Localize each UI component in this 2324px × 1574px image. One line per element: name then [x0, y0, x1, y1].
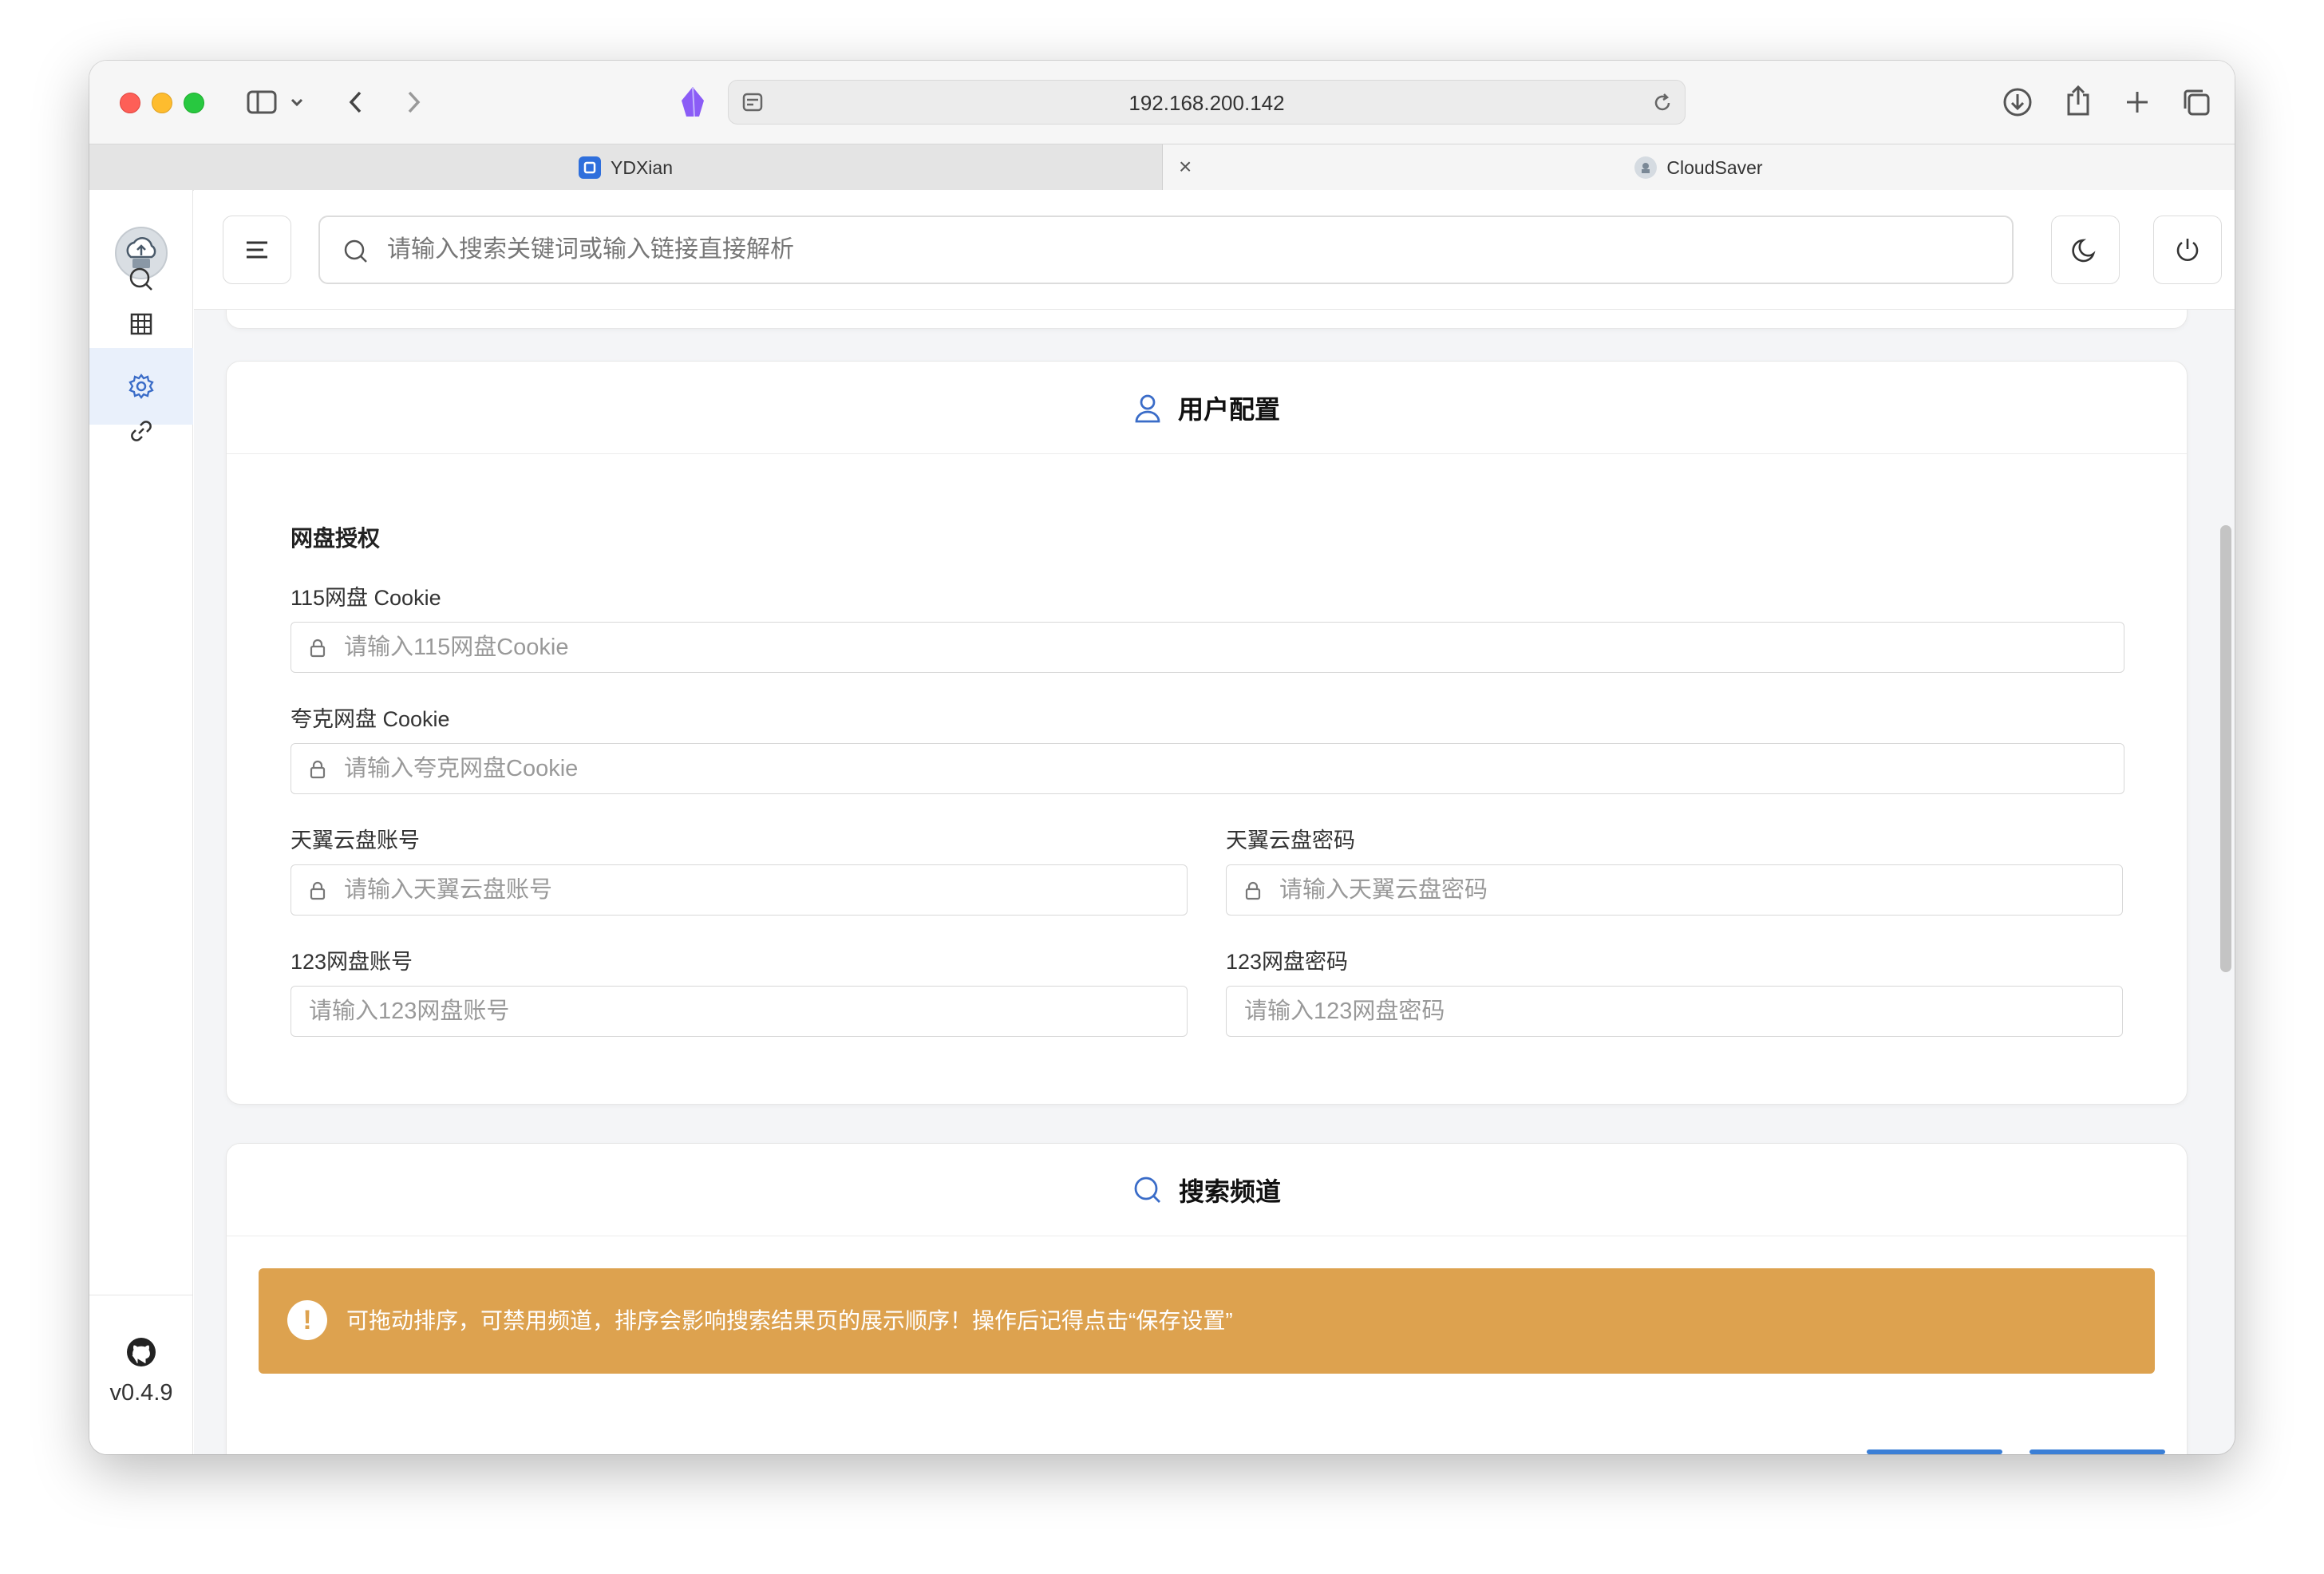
quark-placeholder: 请输入夸克网盘Cookie — [344, 756, 579, 781]
tianyi-password-input[interactable]: 请输入天翼云盘密码 — [1226, 864, 2123, 916]
tab-ydxian[interactable]: YDXian — [89, 144, 1162, 191]
lock-icon — [309, 881, 326, 904]
tianyi-password-label: 天翼云盘密码 — [1226, 829, 1355, 852]
new-tab-icon[interactable] — [2120, 85, 2155, 120]
ydxian-favicon-icon — [579, 156, 601, 179]
share-icon[interactable] — [2061, 83, 2096, 118]
user-config-title: 用户配置 — [1177, 394, 1280, 424]
p123-password-placeholder: 请输入123网盘密码 — [1244, 999, 1445, 1024]
search-channels-header: 搜索频道 — [227, 1144, 2187, 1236]
tianyi-account-label: 天翼云盘账号 — [290, 829, 420, 852]
channel-button-edge[interactable] — [2030, 1449, 2165, 1454]
grid-icon — [130, 313, 152, 335]
main-content: 用户配置 网盘授权 115网盘 Cookie 请输入115网盘Cookie 夸克… — [194, 190, 2235, 1454]
sidebar-item-links[interactable] — [89, 393, 193, 469]
tab-label: YDXian — [611, 156, 673, 178]
close-window-button[interactable] — [120, 93, 140, 113]
tab-bar: YDXian × CloudSaver — [89, 144, 2235, 191]
lock-icon — [1244, 881, 1262, 904]
back-icon[interactable] — [343, 88, 367, 117]
browser-window: 192.168.200.142 YDXian × CloudSaver v0.4… — [89, 61, 2235, 1454]
search-channels-title: 搜索频道 — [1178, 1177, 1281, 1206]
cookie115-label: 115网盘 Cookie — [290, 586, 441, 610]
search-placeholder: 请输入搜索关键词或输入链接直接解析 — [387, 236, 794, 263]
channel-button-edge[interactable] — [1867, 1449, 2002, 1454]
forward-icon[interactable] — [402, 88, 426, 117]
user-config-card: 用户配置 网盘授权 115网盘 Cookie 请输入115网盘Cookie 夸克… — [226, 361, 2188, 1105]
drag-sort-alert: ! 可拖动排序，可禁用频道，排序会影响搜索结果页的展示顺序！操作后记得点击“保存… — [259, 1268, 2155, 1374]
power-icon — [2176, 239, 2199, 261]
p123-account-label: 123网盘账号 — [290, 950, 413, 974]
p123-password-input[interactable]: 请输入123网盘密码 — [1226, 986, 2123, 1037]
tianyi-account-input[interactable]: 请输入天翼云盘账号 — [290, 864, 1188, 916]
theme-toggle-button[interactable] — [2051, 216, 2120, 284]
warning-icon: ! — [287, 1300, 327, 1340]
lock-icon — [309, 639, 326, 662]
minimize-window-button[interactable] — [152, 93, 172, 113]
chevron-down-icon[interactable] — [287, 93, 306, 112]
cookie115-input[interactable]: 请输入115网盘Cookie — [290, 622, 2124, 673]
browser-toolbar: 192.168.200.142 — [89, 61, 2235, 144]
sidebar-footer: v0.4.9 — [89, 1295, 193, 1454]
tianyi-account-placeholder: 请输入天翼云盘账号 — [344, 877, 553, 903]
cookie115-placeholder: 请输入115网盘Cookie — [344, 635, 569, 660]
sidebar-toggle-icon[interactable] — [246, 88, 278, 117]
logout-button[interactable] — [2153, 216, 2222, 284]
tianyi-password-placeholder: 请输入天翼云盘密码 — [1279, 877, 1488, 903]
netdisk-auth-heading: 网盘授权 — [290, 526, 381, 551]
app-version: v0.4.9 — [109, 1380, 173, 1406]
github-icon[interactable] — [126, 1337, 156, 1371]
quark-cookie-input[interactable]: 请输入夸克网盘Cookie — [290, 743, 2124, 794]
user-config-header: 用户配置 — [227, 362, 2187, 454]
menu-toggle-button[interactable] — [223, 216, 291, 284]
search-input[interactable]: 请输入搜索关键词或输入链接直接解析 — [318, 216, 2014, 284]
p123-account-input[interactable]: 请输入123网盘账号 — [290, 986, 1188, 1037]
lock-icon — [309, 760, 326, 783]
moon-icon — [2072, 239, 2096, 263]
zoom-window-button[interactable] — [184, 93, 204, 113]
tab-label: CloudSaver — [1666, 156, 1763, 178]
p123-account-placeholder: 请输入123网盘账号 — [309, 999, 510, 1024]
search-icon — [342, 238, 370, 269]
page-scrollbar[interactable] — [2220, 525, 2231, 972]
cloudsaver-favicon-icon — [1634, 156, 1658, 179]
address-bar[interactable]: 192.168.200.142 — [728, 80, 1686, 125]
reload-icon[interactable] — [1650, 90, 1675, 116]
tab-overview-icon[interactable] — [2179, 85, 2214, 120]
address-text: 192.168.200.142 — [1128, 91, 1285, 115]
quark-label: 夸克网盘 Cookie — [290, 707, 450, 731]
close-tab-icon[interactable]: × — [1179, 156, 1192, 178]
download-icon[interactable] — [2000, 85, 2035, 120]
menu-icon — [247, 241, 267, 259]
alert-text: 可拖动排序，可禁用频道，排序会影响搜索结果页的展示顺序！操作后记得点击“保存设置… — [346, 1308, 1233, 1333]
extension-icon[interactable] — [675, 85, 710, 120]
search-channels-card: 搜索频道 ! 可拖动排序，可禁用频道，排序会影响搜索结果页的展示顺序！操作后记得… — [226, 1143, 2188, 1454]
search-icon — [1134, 1177, 1160, 1203]
app-sidebar: v0.4.9 — [89, 190, 193, 1454]
link-icon — [131, 421, 152, 441]
user-icon — [1135, 394, 1160, 422]
tab-cloudsaver[interactable]: × CloudSaver — [1162, 144, 2235, 191]
p123-password-label: 123网盘密码 — [1226, 950, 1349, 974]
app-topbar: 请输入搜索关键词或输入链接直接解析 — [194, 190, 2235, 310]
